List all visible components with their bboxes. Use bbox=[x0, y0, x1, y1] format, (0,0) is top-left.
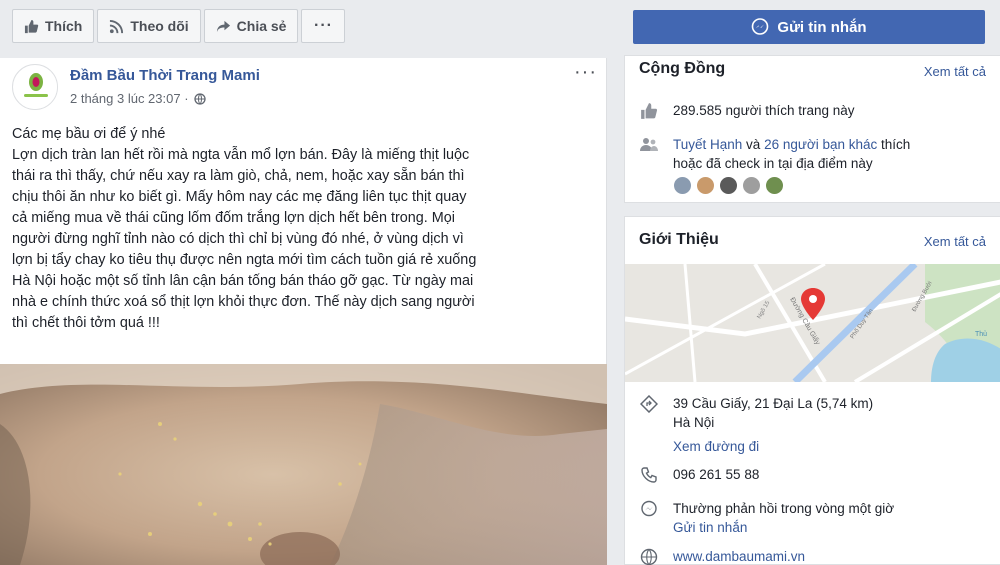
friends-suffix: thích bbox=[877, 137, 911, 152]
like-label: Thích bbox=[45, 18, 83, 34]
address-row: 39 Cầu Giấy, 21 Đại La (5,74 km) Hà Nội bbox=[639, 394, 873, 432]
friend-avatar[interactable] bbox=[742, 176, 761, 195]
meat-photo-image bbox=[0, 364, 607, 565]
post-timestamp[interactable]: 2 tháng 3 lúc 23:07 · bbox=[70, 91, 206, 106]
post-author-name[interactable]: Đầm Bầu Thời Trang Mami bbox=[70, 67, 260, 84]
post-body-text: Các mẹ bầu ơi để ý nhé Lợn dịch tràn lan… bbox=[12, 124, 602, 334]
share-arrow-icon bbox=[216, 20, 230, 32]
community-card: Cộng Đồng Xem tất cả 289.585 người thích… bbox=[624, 55, 1000, 203]
like-page-button[interactable]: Thích bbox=[12, 9, 95, 43]
phone-number[interactable]: 096 261 55 88 bbox=[673, 465, 759, 484]
website-row: www.dambaumami.vn bbox=[639, 547, 805, 565]
follow-label: Theo dõi bbox=[130, 18, 189, 34]
friends-icon bbox=[639, 135, 659, 155]
friend-avatar[interactable] bbox=[765, 176, 784, 195]
share-button[interactable]: Chia sẻ bbox=[203, 9, 299, 43]
page-likes-text: 289.585 người thích trang này bbox=[673, 103, 855, 118]
globe-icon bbox=[639, 547, 659, 565]
more-options-button[interactable]: ··· bbox=[301, 9, 346, 43]
friend-avatar[interactable] bbox=[696, 176, 715, 195]
post-photo[interactable] bbox=[0, 364, 607, 565]
friend-avatars bbox=[673, 176, 784, 195]
directions-icon bbox=[639, 394, 659, 414]
community-see-all-link[interactable]: Xem tất cả bbox=[924, 64, 986, 79]
send-message-link[interactable]: Gửi tin nhắn bbox=[673, 520, 747, 535]
friend-avatar[interactable] bbox=[719, 176, 738, 195]
post-line: nhà e chính thức xoá sổ thịt lợn khỏi th… bbox=[12, 294, 475, 310]
page-likes-row: 289.585 người thích trang này bbox=[639, 101, 855, 121]
timestamp-text: 2 tháng 3 lúc 23:07 · bbox=[70, 91, 189, 106]
address-line-2: Hà Nội bbox=[673, 415, 715, 430]
post-options-button[interactable]: ··· bbox=[574, 61, 597, 84]
messenger-icon bbox=[639, 499, 659, 519]
directions-row: Xem đường đi bbox=[673, 437, 759, 456]
more-label: ··· bbox=[313, 17, 333, 34]
and-text: và bbox=[742, 137, 765, 152]
post-line: Hà Nội hoặc một số tỉnh lân cận bán tống… bbox=[12, 273, 474, 289]
post-line: thái ra thì thấy, chứ nếu xay ra làm giò… bbox=[12, 168, 465, 184]
response-text: Thường phản hồi trong vòng một giờ Gửi t… bbox=[673, 499, 894, 537]
phone-row: 096 261 55 88 bbox=[639, 465, 759, 485]
post-line: cả miếng mua về thái cũng lốm đốm trắng … bbox=[12, 210, 455, 226]
follow-button[interactable]: Theo dõi bbox=[97, 9, 201, 43]
thumbs-up-icon bbox=[24, 19, 39, 33]
rss-icon bbox=[110, 19, 124, 33]
friends-count-link[interactable]: 26 người bạn khác bbox=[764, 137, 877, 152]
friend-avatar[interactable] bbox=[673, 176, 692, 195]
location-map[interactable]: Đường Cầu Giấy Ngõ 15 Phố Duy Tân Đường … bbox=[625, 264, 1000, 382]
phone-icon bbox=[639, 465, 659, 485]
send-message-label: Gửi tin nhắn bbox=[777, 18, 867, 36]
about-card: Giới Thiệu Xem tất cả Đường Cầu Giấy Ngõ… bbox=[624, 216, 1000, 565]
post-line: chịu thôi ăn như ko biết gì. Mấy hôm nay… bbox=[12, 189, 467, 205]
page-logo-icon bbox=[14, 66, 57, 109]
post-card: Đầm Bầu Thời Trang Mami 2 tháng 3 lúc 23… bbox=[0, 58, 607, 565]
friends-like-row: Tuyết Hạnh và 26 người bạn khác thích ho… bbox=[639, 135, 910, 173]
address-text: 39 Cầu Giấy, 21 Đại La (5,74 km) Hà Nội bbox=[673, 394, 873, 432]
friends-line2: hoặc đã check in tại địa điểm này bbox=[673, 156, 873, 171]
page-action-bar: Thích Theo dõi Chia sẻ ··· Gửi tin nhắn bbox=[0, 0, 1000, 56]
post-line: lợn bị tẩy chay ko tiêu thụ được nên ngt… bbox=[12, 252, 477, 268]
community-title: Cộng Đồng bbox=[639, 60, 726, 77]
address-line-1: 39 Cầu Giấy, 21 Đại La (5,74 km) bbox=[673, 396, 874, 411]
share-label: Chia sẻ bbox=[236, 18, 287, 34]
post-line: Các mẹ bầu ơi để ý nhé bbox=[12, 126, 166, 142]
response-time: Thường phản hồi trong vòng một giờ bbox=[673, 501, 895, 516]
response-row: Thường phản hồi trong vòng một giờ Gửi t… bbox=[639, 499, 894, 537]
post-line: Lợn dịch tràn lan hết rồi mà ngta vẫn mổ… bbox=[12, 147, 470, 163]
thumbs-up-icon bbox=[639, 101, 659, 121]
friends-like-text: Tuyết Hạnh và 26 người bạn khác thích ho… bbox=[673, 135, 910, 173]
map-label-water: Thủ bbox=[975, 330, 987, 338]
messenger-icon bbox=[752, 18, 769, 35]
directions-link[interactable]: Xem đường đi bbox=[673, 437, 759, 456]
send-message-button[interactable]: Gửi tin nhắn bbox=[633, 10, 985, 44]
post-line: người đừng nghĩ tỉnh nào có dịch thì chỉ… bbox=[12, 231, 464, 247]
website-link[interactable]: www.dambaumami.vn bbox=[673, 547, 805, 565]
about-title: Giới Thiệu bbox=[639, 231, 719, 248]
page-action-buttons: Thích Theo dõi Chia sẻ ··· bbox=[12, 9, 346, 43]
about-see-all-link[interactable]: Xem tất cả bbox=[924, 234, 986, 249]
post-line: thì chết thôi tởm quá !!! bbox=[12, 315, 160, 331]
friend-name-link[interactable]: Tuyết Hạnh bbox=[673, 137, 742, 152]
page-avatar[interactable] bbox=[12, 64, 58, 110]
globe-icon bbox=[193, 92, 206, 105]
map-image: Đường Cầu Giấy Ngõ 15 Phố Duy Tân Đường … bbox=[625, 264, 1000, 382]
